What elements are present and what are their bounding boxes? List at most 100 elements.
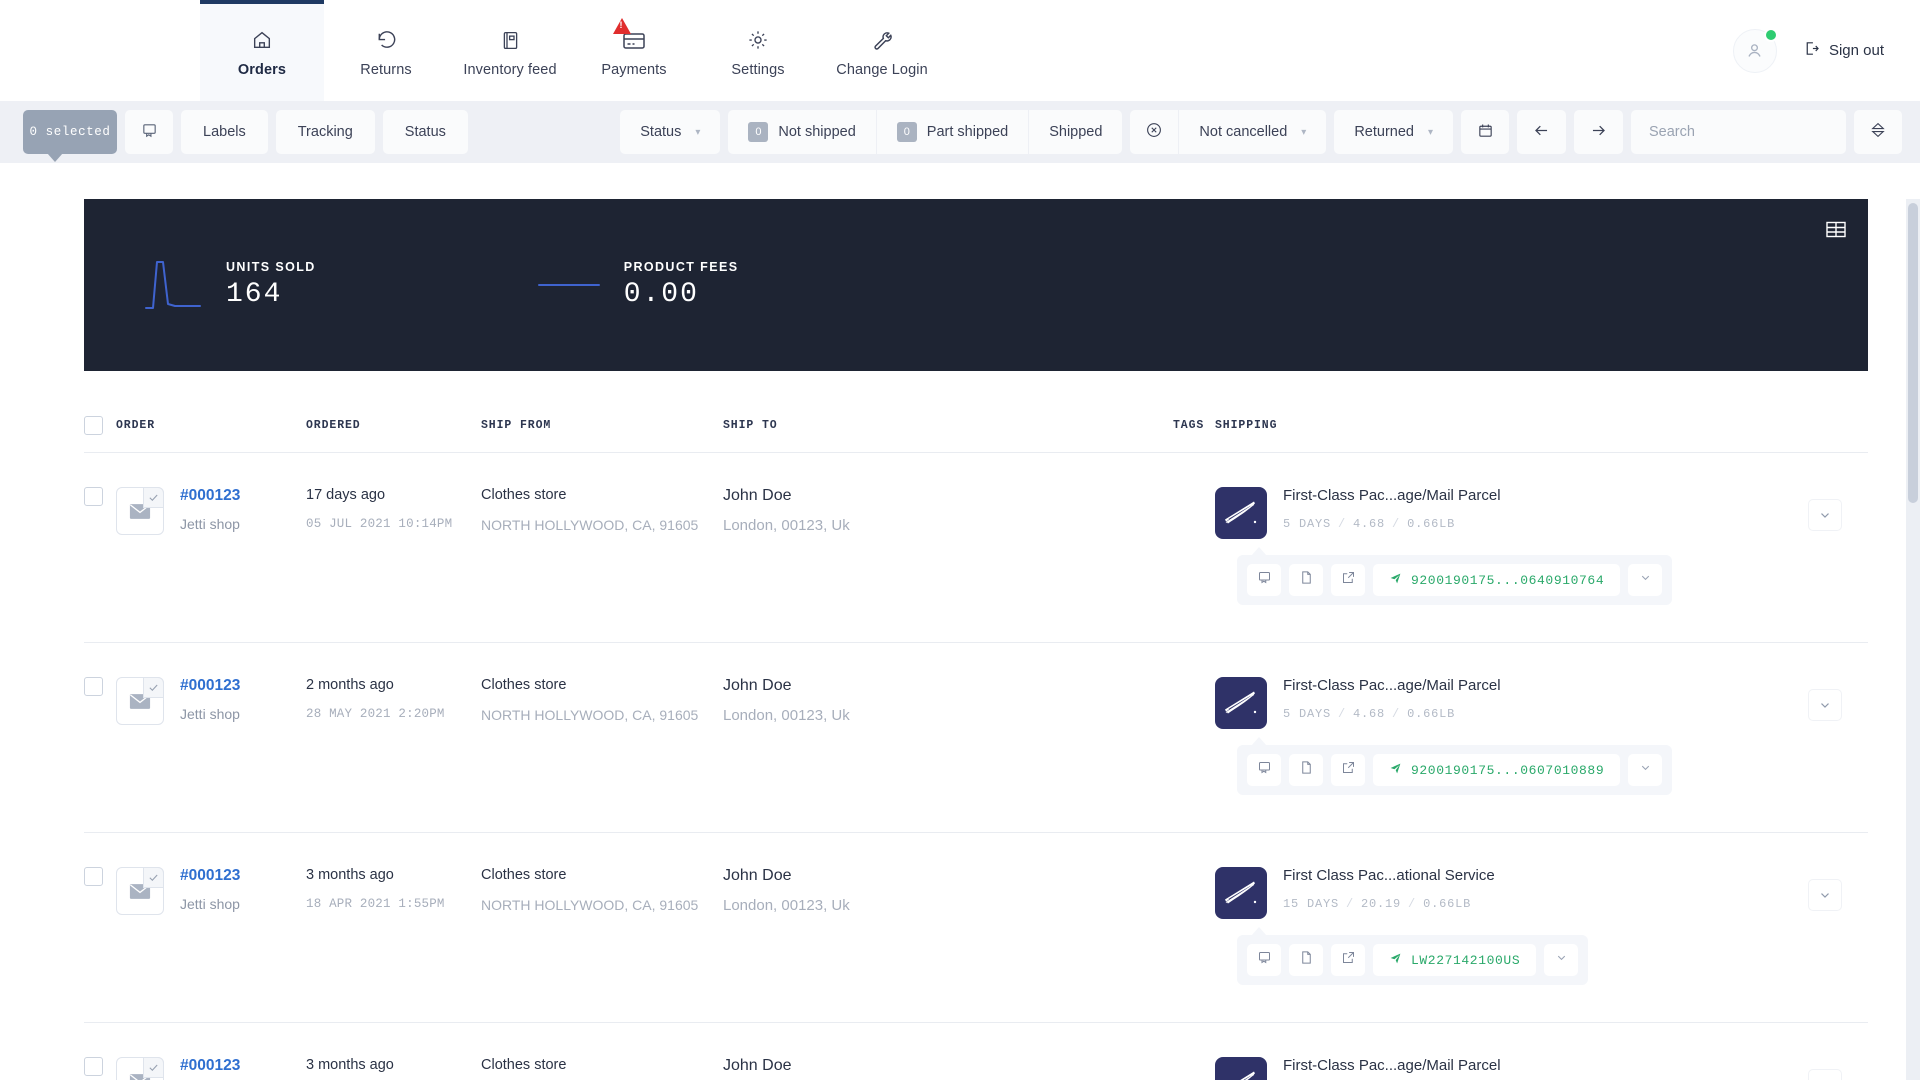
ship-from-address: NORTH HOLLYWOOD, CA, 91605 <box>481 517 699 533</box>
tags-cell <box>1173 1057 1215 1080</box>
filter-not-cancelled[interactable]: Not cancelled ▾ <box>1179 110 1326 154</box>
table-row[interactable]: #000123Jetti shop 3 months ago08 APR 2021… <box>84 1023 1868 1080</box>
shipped-label: Shipped <box>1049 124 1103 140</box>
row-expand-button[interactable] <box>1808 879 1842 911</box>
ordered-cell: 3 months ago08 APR 2021 6:36PM <box>306 1057 481 1080</box>
order-number-link[interactable]: #000123 <box>180 867 240 885</box>
table-view-icon[interactable] <box>1826 221 1846 243</box>
calendar-icon <box>1477 122 1494 143</box>
meta-separator: / <box>1338 517 1347 531</box>
filter-returned[interactable]: Returned ▾ <box>1334 110 1453 154</box>
table-row[interactable]: #000123 Jetti shop 17 days ago 05 JUL 2021 … <box>84 453 1868 643</box>
tracking-button[interactable]: Tracking <box>275 110 375 154</box>
usps-logo-icon <box>1215 677 1267 729</box>
select-all-cell <box>84 416 116 435</box>
tracking-expand-button[interactable] <box>1628 754 1663 786</box>
table-row[interactable]: #000123 Jetti shop 2 months ago 28 MAY 2021… <box>84 643 1868 833</box>
row-select-cell <box>84 677 116 802</box>
product-thumbnail[interactable] <box>116 867 164 915</box>
filter-part-shipped[interactable]: 0 Part shipped <box>877 110 1030 154</box>
sort-button[interactable] <box>1854 110 1902 154</box>
tracking-number-chip[interactable]: 9200190175...0607010889 <box>1373 754 1621 786</box>
print-label-icon-button[interactable] <box>1247 944 1281 976</box>
order-number-link[interactable]: #000123 <box>180 1057 240 1075</box>
not-shipped-label: Not shipped <box>778 124 856 140</box>
scrollbar-thumb[interactable] <box>1908 203 1918 503</box>
product-thumbnail[interactable] <box>116 487 164 535</box>
document-icon-button[interactable] <box>1289 754 1323 786</box>
nav-item-payments[interactable]: Payments <box>572 0 696 101</box>
order-cell: #000123Jetti shop <box>116 867 306 992</box>
prev-page-button[interactable] <box>1517 110 1566 154</box>
nav-item-change-login[interactable]: Change Login <box>820 0 944 101</box>
shipping-cell: First-Class Pac...age/Mail Parcel 5 DAYS /… <box>1215 487 1808 612</box>
search-input[interactable] <box>1631 110 1846 154</box>
row-select-cell <box>84 487 116 612</box>
filter-not-shipped[interactable]: 0 Not shipped <box>728 110 877 154</box>
orders-table: ORDER ORDERED SHIP FROM SHIP TO TAGS SHI… <box>84 413 1868 1080</box>
tracking-number: 9200190175...0607010889 <box>1411 762 1605 778</box>
table-row[interactable]: #000123 Jetti shop 3 months ago 18 APR 2021… <box>84 833 1868 1023</box>
select-all-checkbox[interactable] <box>84 416 103 435</box>
ordered-relative: 17 days ago <box>306 487 386 503</box>
tracking-expand-button[interactable] <box>1628 564 1663 596</box>
status-filter-dropdown[interactable]: Status ▾ <box>620 110 720 154</box>
nav-item-settings[interactable]: Settings <box>696 0 820 101</box>
date-filter-button[interactable] <box>1461 110 1509 154</box>
nav-item-list: Orders Returns Inventory feed Payments Setti… <box>200 0 944 101</box>
nav-item-label: Change Login <box>836 62 928 78</box>
sign-out-button[interactable]: Sign out <box>1803 40 1884 61</box>
print-label-button[interactable] <box>125 110 173 154</box>
order-number-link[interactable]: #000123 <box>180 677 240 695</box>
row-checkbox[interactable] <box>84 677 103 696</box>
product-thumbnail[interactable] <box>116 1057 164 1080</box>
external-link-icon-button[interactable] <box>1331 944 1365 976</box>
avatar[interactable] <box>1732 27 1778 73</box>
page-scrollbar[interactable] <box>1906 199 1920 1080</box>
nav-item-inventory-feed[interactable]: Inventory feed <box>448 0 572 101</box>
status-dot-online <box>1763 27 1778 42</box>
ship-to-name: John Doe <box>723 487 792 504</box>
print-label-icon-button[interactable] <box>1247 564 1281 596</box>
row-checkbox[interactable] <box>84 867 103 886</box>
row-expand-button[interactable] <box>1808 1069 1842 1080</box>
row-expand-cell <box>1808 677 1868 802</box>
selected-count-label: 0 selected <box>29 125 111 139</box>
status-button[interactable]: Status <box>382 110 468 154</box>
print-label-icon-button[interactable] <box>1247 754 1281 786</box>
row-checkbox[interactable] <box>84 487 103 506</box>
product-thumbnail[interactable] <box>116 677 164 725</box>
shipping-cell: First Class Pac...ational Service 15 DAYS… <box>1215 867 1808 992</box>
tracking-number-chip[interactable]: 9200190175...0640910764 <box>1373 564 1621 596</box>
clear-filter-button[interactable] <box>1130 110 1180 154</box>
external-link-icon <box>1341 760 1356 780</box>
row-checkbox[interactable] <box>84 1057 103 1076</box>
nav-item-returns[interactable]: Returns <box>324 0 448 101</box>
tracking-number-chip[interactable]: LW227142100US <box>1373 944 1537 976</box>
shipping-price: 20.19 <box>1361 897 1402 911</box>
returned-filter-group: Returned ▾ <box>1334 110 1453 154</box>
document-icon-button[interactable] <box>1289 944 1323 976</box>
order-cell: #000123Jetti shop <box>116 1057 306 1080</box>
row-expand-button[interactable] <box>1808 689 1842 721</box>
tracking-expand-button[interactable] <box>1544 944 1579 976</box>
ship-from-name: Clothes store <box>481 867 567 883</box>
product-fees-value: 0.00 <box>623 279 699 310</box>
order-number-link[interactable]: #000123 <box>180 487 240 505</box>
row-expand-button[interactable] <box>1808 499 1842 531</box>
status-filter-label: Status <box>640 124 682 140</box>
filter-shipped[interactable]: Shipped <box>1029 110 1122 154</box>
next-page-button[interactable] <box>1574 110 1623 154</box>
nav-left-spacer <box>0 0 200 101</box>
nav-item-orders[interactable]: Orders <box>200 0 324 101</box>
external-link-icon-button[interactable] <box>1331 754 1365 786</box>
meta-separator: / <box>1392 707 1401 721</box>
ordered-cell: 17 days ago 05 JUL 2021 10:14PM <box>306 487 481 612</box>
shipping-header: First-Class Pac...age/Mail Parcel 5 DAYS /… <box>1215 487 1808 539</box>
external-link-icon-button[interactable] <box>1331 564 1365 596</box>
ship-from-name: Clothes store <box>481 1057 567 1073</box>
labels-button[interactable]: Labels <box>181 110 268 154</box>
shipping-text-block: First-Class Pac...age/Mail Parcel 5 DAYS /… <box>1283 487 1501 531</box>
shipping-days: 5 DAYS <box>1283 517 1332 531</box>
document-icon-button[interactable] <box>1289 564 1323 596</box>
